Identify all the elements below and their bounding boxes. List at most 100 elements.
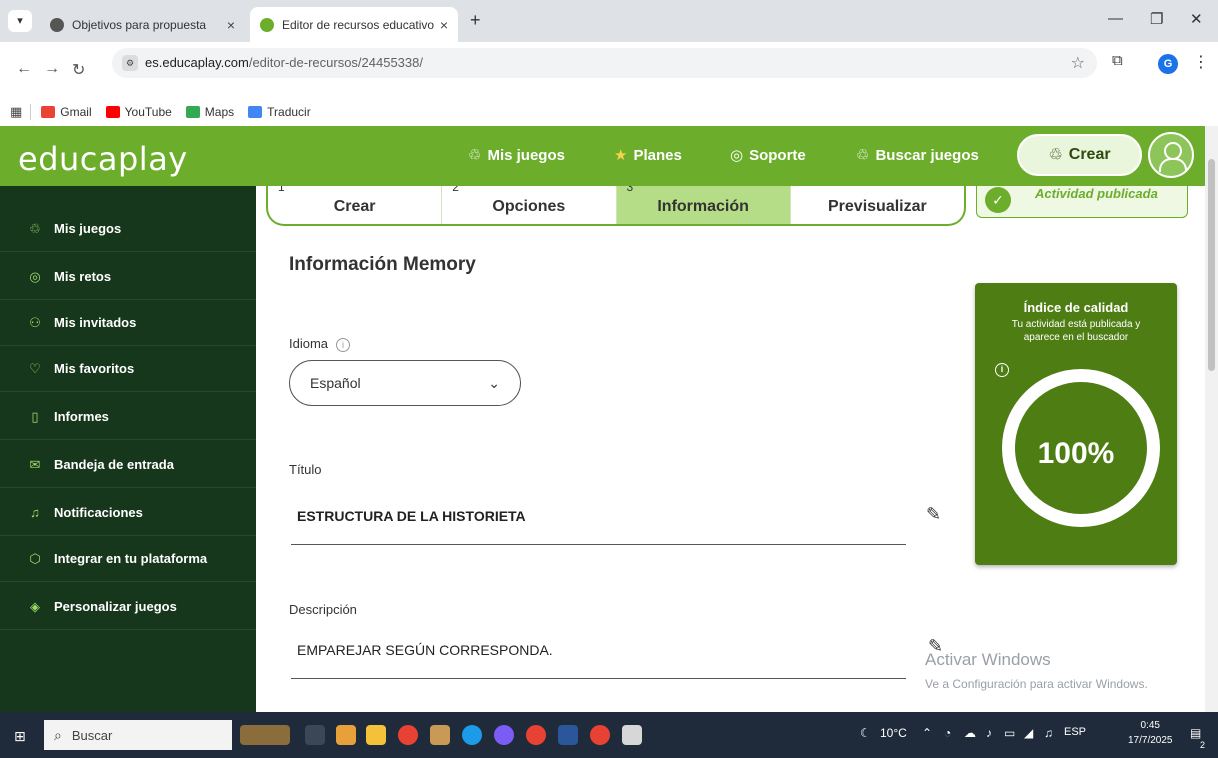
site-info-icon[interactable]: ⚙ [122,55,138,71]
description-field[interactable]: EMPAREJAR SEGÚN CORRESPONDA. [291,642,906,679]
close-window-icon[interactable]: ✕ [1190,10,1203,28]
title-label: Título [289,462,322,477]
tab-title: Objetivos para propuesta [72,17,207,32]
taskbar-search[interactable]: ⌕ Buscar [44,720,232,750]
step-previsualizar[interactable]: Previsualizar [791,186,964,224]
edit-title-icon[interactable]: ✎ [926,504,941,525]
create-button[interactable]: ♲ Crear [1017,134,1142,176]
heart-icon: ♡ [29,360,41,376]
users-icon: ⚇ [29,314,41,330]
browser-tab-editor[interactable]: Editor de recursos educativos: E × [250,7,458,42]
scrollbar-thumb[interactable] [1208,159,1215,371]
mic-icon[interactable]: ♪ [986,726,992,740]
description-label: Descripción [289,602,357,617]
chrome-profile-icon[interactable] [526,725,546,745]
notification-center-icon[interactable]: ▤ [1190,726,1201,740]
nav-buscar-juegos[interactable]: ♲ Buscar juegos [856,146,979,165]
quality-index-card: Índice de calidad Tu actividad está publ… [975,283,1177,565]
forward-icon[interactable]: → [44,60,60,78]
tab-search-button[interactable]: ▾ [8,10,32,32]
store-icon[interactable] [430,725,450,745]
check-icon: ✓ [985,187,1011,213]
file-explorer-icon[interactable] [366,725,386,745]
sidebar-item-bandeja[interactable]: ✉ Bandeja de entrada [0,442,256,488]
divider [30,104,32,120]
copilot-icon[interactable] [336,725,356,745]
wifi-icon[interactable]: ◢ [1024,726,1033,740]
step-crear[interactable]: 1 Crear [268,186,443,224]
url-text: es.educaplay.com/editor-de-recursos/2445… [145,55,423,70]
battery-icon[interactable]: ▭ [1004,726,1015,740]
bell-icon: ♫ [30,505,40,520]
nav-planes[interactable]: ★ Planes [614,146,682,165]
sidebar-item-mis-invitados[interactable]: ⚇ Mis invitados [0,300,256,346]
volume-icon[interactable]: ♫ [1044,726,1053,740]
sidebar-item-mis-juegos[interactable]: ♲ Mis juegos [0,206,256,252]
info-icon[interactable]: i [995,363,1009,377]
step-informacion[interactable]: 3 Información [616,186,791,224]
search-puzzle-icon: ♲ [856,147,870,164]
sidebar-item-integrar[interactable]: ⬡ Integrar en tu plataforma [0,536,256,582]
apps-grid-icon[interactable]: ▦ [10,104,22,120]
browser-menu-icon[interactable]: ⋮ [1193,52,1209,72]
bookmark-maps[interactable]: Maps [185,105,234,119]
educaplay-logo[interactable]: educaplay [18,140,188,178]
puzzle-plus-icon: ♲ [1048,147,1063,164]
minimize-icon[interactable]: — [1108,10,1123,27]
bookmark-star-icon[interactable]: ☆ [1071,53,1085,73]
messenger-icon[interactable] [494,725,514,745]
news-widget-icon[interactable] [240,725,290,745]
restore-icon[interactable]: ❐ [1150,10,1163,28]
bookmark-gmail[interactable]: Gmail [41,105,92,119]
browser-tabstrip: ▾ Objetivos para propuesta × Editor de r… [0,0,1218,42]
bookmark-youtube[interactable]: YouTube [105,105,172,119]
sidebar: ♲ Mis juegos ◎ Mis retos ⚇ Mis invitados ♡ M… [0,186,256,712]
info-icon[interactable]: i [336,337,351,352]
weather-icon[interactable]: ☾ [860,726,871,740]
extensions-icon[interactable]: ⧉ [1112,52,1123,69]
close-tab-icon[interactable]: × [227,17,235,33]
clock[interactable]: 0:45 17/7/2025 [1128,718,1173,748]
step-tabs: 1 Crear 2 Opciones 3 Información Previsuali… [266,186,966,226]
user-avatar[interactable] [1148,132,1194,178]
sidebar-item-notificaciones[interactable]: ♫ Notificaciones [0,490,256,536]
nav-soporte[interactable]: ◎ Soporte [730,146,806,165]
page-scrollbar[interactable] [1205,126,1218,712]
edge-icon[interactable] [462,725,482,745]
language-select[interactable]: Español ⌄ [289,360,521,406]
new-tab-button[interactable]: + [470,10,481,31]
gmail-icon [41,106,56,118]
windows-start-icon[interactable]: ⊞ [14,728,26,745]
close-tab-icon[interactable]: × [440,17,448,33]
sidebar-item-mis-favoritos[interactable]: ♡ Mis favoritos [0,346,256,392]
sidebar-item-mis-retos[interactable]: ◎ Mis retos [0,254,256,300]
bookmarks-bar: ▦ Gmail YouTube Maps Traducir [0,98,1218,126]
document-app-icon[interactable] [622,725,642,745]
language-label: Idioma i [289,336,351,352]
site-header: educaplay ♲ Mis juegos ★ Planes ◎ Soporte ♲… [0,126,1205,186]
url-input[interactable]: ⚙ es.educaplay.com/editor-de-recursos/24… [112,48,1097,78]
notification-count: 2 [1200,740,1206,750]
weather-temp[interactable]: 10°C [880,726,907,740]
tray-overflow-icon[interactable]: ⌃ [922,726,932,740]
sidebar-item-personalizar[interactable]: ◈ Personalizar juegos [0,584,256,630]
sidebar-item-informes[interactable]: ▯ Informes [0,394,256,440]
bookmark-traducir[interactable]: Traducir [248,105,311,119]
chrome-window-icon[interactable] [590,725,610,745]
language-indicator[interactable]: ESP [1064,726,1086,738]
nav-mis-juegos[interactable]: ♲ Mis juegos [468,146,565,165]
step-opciones[interactable]: 2 Opciones [442,186,617,224]
network-icon[interactable]: ◔ [944,726,951,740]
onedrive-icon[interactable]: ☁ [964,726,976,740]
address-bar: ← → ↻ ⚙ es.educaplay.com/editor-de-recur… [0,42,1218,98]
translate-icon [248,106,263,118]
back-icon[interactable]: ← [16,60,32,78]
profile-avatar[interactable]: G [1158,54,1178,74]
title-field[interactable]: ESTRUCTURA DE LA HISTORIETA [291,508,906,545]
browser-tab-objetivos[interactable]: Objetivos para propuesta × [40,7,245,42]
reload-icon[interactable]: ↻ [72,60,85,80]
word-icon[interactable] [558,725,578,745]
gear-favicon-icon [50,17,64,32]
chrome-icon[interactable] [398,725,418,745]
task-view-icon[interactable] [305,725,325,745]
